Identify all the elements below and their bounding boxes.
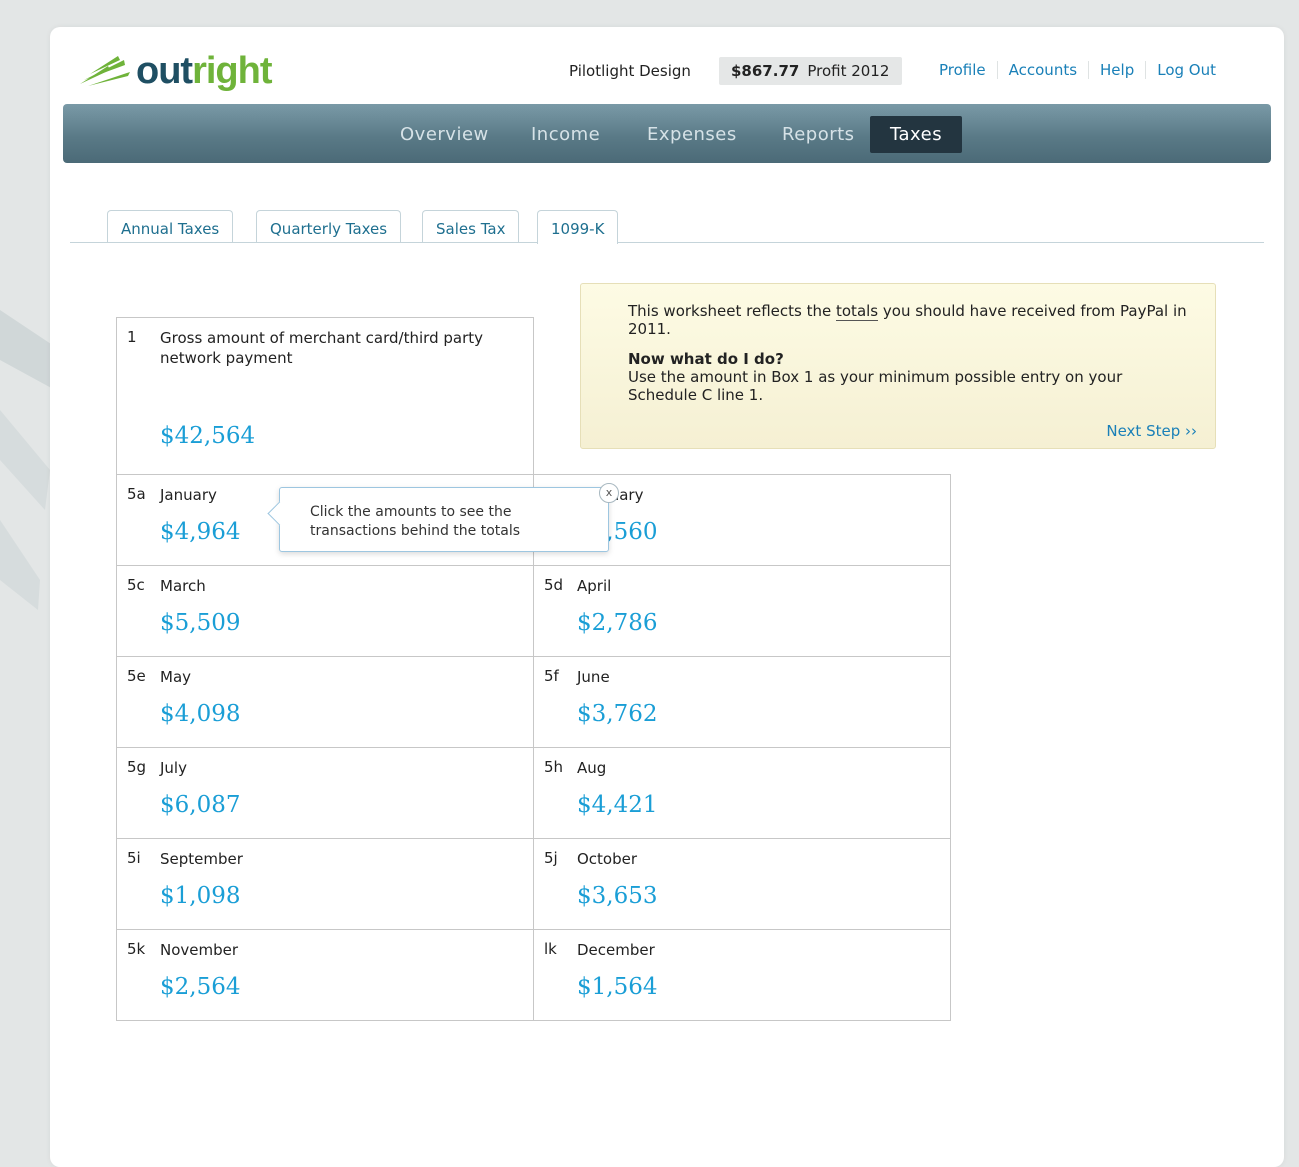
- month-label: May: [160, 668, 192, 686]
- info-panel: This worksheet reflects the totals you s…: [580, 283, 1216, 449]
- logout-link[interactable]: Log Out: [1145, 61, 1227, 79]
- box1-gross-amount: 1 Gross amount of merchant card/third pa…: [116, 317, 534, 475]
- tab-annual-taxes[interactable]: Annual Taxes: [107, 210, 234, 242]
- subtabs-divider: [70, 242, 1264, 243]
- month-cell: 5c March $5,509: [116, 565, 534, 657]
- month-code: 5e: [127, 667, 146, 685]
- company-name: Pilotlight Design: [569, 62, 691, 80]
- month-cell: lk December $1,564: [533, 929, 951, 1021]
- month-code: 5h: [544, 758, 564, 776]
- month-code: 5i: [127, 849, 141, 867]
- month-amount[interactable]: $3,653: [577, 883, 657, 909]
- month-amount[interactable]: $4,964: [160, 519, 240, 545]
- month-label: October: [577, 850, 638, 868]
- tooltip-text: Click the amounts to see the transaction…: [310, 504, 521, 539]
- month-amount[interactable]: $3,762: [577, 701, 657, 727]
- month-amount[interactable]: $4,421: [577, 792, 657, 818]
- month-code: 5j: [544, 849, 558, 867]
- profit-label: Profit 2012: [807, 62, 890, 80]
- profit-amount: $867.77: [731, 62, 800, 80]
- profit-summary: $867.77 Profit 2012: [719, 57, 903, 85]
- month-cell: 5k November $2,564: [116, 929, 534, 1021]
- month-code: lk: [544, 940, 557, 958]
- top-links: Profile Accounts Help Log Out: [928, 61, 1227, 79]
- profile-link[interactable]: Profile: [928, 61, 997, 79]
- box-label: Gross amount of merchant card/third part…: [160, 329, 483, 367]
- main-nav: Overview Income Expenses Reports Taxes: [63, 104, 1271, 163]
- month-label: March: [160, 577, 206, 595]
- month-label: December: [577, 941, 655, 959]
- month-cell: 5j October $3,653: [533, 838, 951, 930]
- month-amount[interactable]: $6,087: [160, 792, 240, 818]
- box-amount[interactable]: $42,564: [160, 423, 255, 449]
- month-code: 5c: [127, 576, 145, 594]
- month-amount[interactable]: $2,786: [577, 610, 657, 636]
- nav-reports[interactable]: Reports: [762, 116, 875, 153]
- accounts-link[interactable]: Accounts: [996, 61, 1088, 79]
- help-link[interactable]: Help: [1088, 61, 1145, 79]
- month-amount[interactable]: $4,098: [160, 701, 240, 727]
- totals-link[interactable]: totals: [836, 302, 879, 321]
- month-code: 5g: [127, 758, 147, 776]
- month-cell: 5f June $3,762: [533, 656, 951, 748]
- nav-income[interactable]: Income: [511, 116, 620, 153]
- box-code: 1: [127, 328, 137, 346]
- logo[interactable]: outright: [78, 50, 273, 92]
- month-label: November: [160, 941, 239, 959]
- nav-overview[interactable]: Overview: [380, 116, 509, 153]
- tab-quarterly-taxes[interactable]: Quarterly Taxes: [256, 210, 402, 242]
- main-card: outright Pilotlight Design $867.77 Profi…: [50, 27, 1284, 1167]
- month-label: June: [577, 668, 610, 686]
- month-code: 5k: [127, 940, 146, 958]
- nav-expenses[interactable]: Expenses: [627, 116, 757, 153]
- month-amount[interactable]: $2,564: [160, 974, 240, 1000]
- month-cell: 5e May $4,098: [116, 656, 534, 748]
- month-label: Aug: [577, 759, 607, 777]
- info-heading: Now what do I do?: [628, 350, 784, 368]
- month-code: 5f: [544, 667, 559, 685]
- logo-wings-icon: [80, 56, 130, 86]
- nav-taxes[interactable]: Taxes: [870, 116, 963, 153]
- month-amount[interactable]: $1,098: [160, 883, 240, 909]
- close-icon[interactable]: x: [599, 483, 619, 503]
- tooltip: Click the amounts to see the transaction…: [267, 483, 619, 552]
- next-step-link[interactable]: Next Step ››: [1106, 422, 1197, 440]
- month-code: 5a: [127, 485, 146, 503]
- info-body: Use the amount in Box 1 as your minimum …: [628, 368, 1123, 404]
- info-text: This worksheet reflects the totals you s…: [628, 302, 1187, 338]
- month-label: July: [160, 759, 187, 777]
- month-code: 5d: [544, 576, 564, 594]
- month-label: September: [160, 850, 243, 868]
- month-cell: 5i September $1,098: [116, 838, 534, 930]
- tab-1099k[interactable]: 1099-K: [537, 210, 619, 244]
- month-cell: 5d April $2,786: [533, 565, 951, 657]
- month-label: January: [160, 486, 217, 504]
- month-amount[interactable]: $1,564: [577, 974, 657, 1000]
- month-label: April: [577, 577, 612, 595]
- logo-text: outright: [136, 50, 273, 92]
- month-amount[interactable]: $5,509: [160, 610, 240, 636]
- month-cell: 5g July $6,087: [116, 747, 534, 839]
- tab-sales-tax[interactable]: Sales Tax: [422, 210, 520, 242]
- month-cell: 5h Aug $4,421: [533, 747, 951, 839]
